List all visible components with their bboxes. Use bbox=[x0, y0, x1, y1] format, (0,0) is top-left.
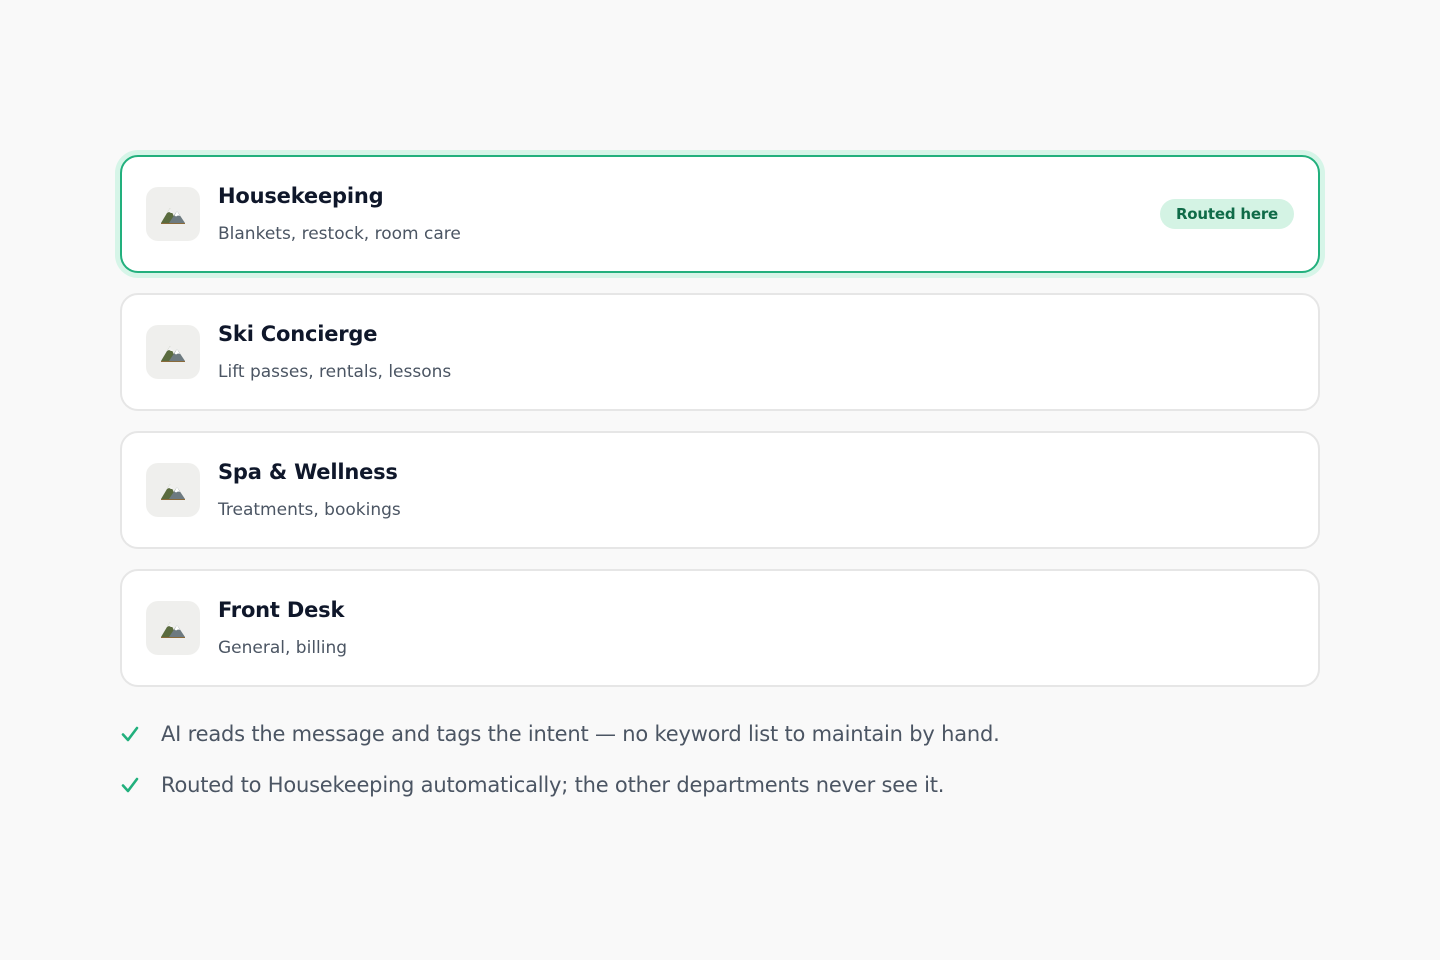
department-card-spa-wellness[interactable]: Spa & Wellness Treatments, bookings bbox=[120, 431, 1320, 549]
department-card-housekeeping[interactable]: Housekeeping Blankets, restock, room car… bbox=[120, 155, 1320, 273]
check-icon bbox=[121, 726, 139, 742]
department-description: Lift passes, rentals, lessons bbox=[218, 362, 452, 382]
mountain-icon bbox=[146, 463, 200, 517]
note-item: Routed to Housekeeping automatically; th… bbox=[120, 772, 1320, 798]
note-text: AI reads the message and tags the intent… bbox=[161, 722, 1000, 746]
routed-badge: Routed here bbox=[1159, 199, 1294, 229]
note-item: AI reads the message and tags the intent… bbox=[120, 721, 1320, 747]
mountain-icon bbox=[146, 187, 200, 241]
department-name: Front Desk bbox=[218, 598, 345, 622]
department-card-front-desk[interactable]: Front Desk General, billing bbox=[120, 569, 1320, 687]
routing-notes: AI reads the message and tags the intent… bbox=[120, 721, 1320, 798]
mountain-icon bbox=[146, 325, 200, 379]
mountain-icon bbox=[146, 601, 200, 655]
department-description: General, billing bbox=[218, 638, 348, 658]
check-icon bbox=[121, 777, 139, 793]
department-name: Spa & Wellness bbox=[218, 460, 398, 484]
routing-panel: Housekeeping Blankets, restock, room car… bbox=[120, 155, 1320, 798]
department-card-ski-concierge[interactable]: Ski Concierge Lift passes, rentals, less… bbox=[120, 293, 1320, 411]
department-list: Housekeeping Blankets, restock, room car… bbox=[120, 155, 1320, 687]
department-name: Ski Concierge bbox=[218, 322, 378, 346]
department-description: Blankets, restock, room care bbox=[218, 224, 461, 244]
department-description: Treatments, bookings bbox=[218, 500, 401, 520]
note-text: Routed to Housekeeping automatically; th… bbox=[161, 773, 945, 797]
department-name: Housekeeping bbox=[218, 184, 384, 208]
